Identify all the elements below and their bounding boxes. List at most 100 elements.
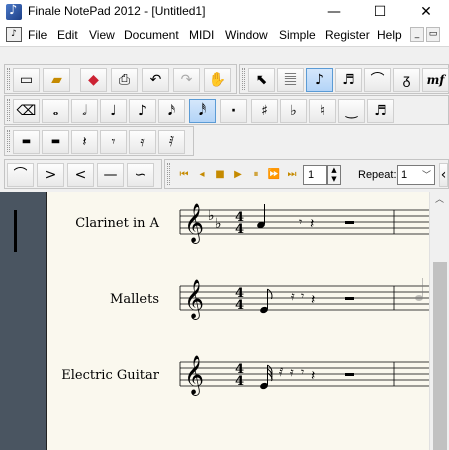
- smart-shapes-palette: ⌒ > < — ∽: [4, 159, 162, 189]
- close-button[interactable]: ✕: [403, 0, 449, 24]
- stop-icon[interactable]: ■: [211, 164, 229, 186]
- eighth-rest-icon: 𝄾: [301, 289, 304, 303]
- shapes-playback-row: ⌒ > < — ∽ ⏮ ◂ ■ ▶ ⏸ ⏩ ⏭ 1 ▲ ▼ Repeat: 1 ﹀…: [0, 159, 449, 189]
- menu-midi[interactable]: MIDI: [189, 28, 214, 42]
- triplet-icon[interactable]: ♬: [367, 99, 394, 123]
- vertical-scrollbar[interactable]: ︿: [429, 192, 449, 450]
- ghost-note-cursor: [415, 278, 423, 301]
- menu-file[interactable]: File: [28, 28, 47, 42]
- toolbar-grip[interactable]: [7, 99, 10, 121]
- document-system-menu-icon[interactable]: ♪: [6, 27, 22, 42]
- smart-shape-icon[interactable]: ⌒: [364, 68, 391, 92]
- eraser-icon[interactable]: ⌫: [13, 99, 40, 123]
- whole-note-icon[interactable]: 𝅝: [42, 99, 69, 123]
- half-rest-icon: [345, 373, 354, 376]
- articulation-icon[interactable]: ᵹ: [393, 68, 420, 92]
- natural-icon[interactable]: ♮: [309, 99, 336, 123]
- toolbar-grip[interactable]: [7, 68, 10, 90]
- quarter-rest-icon[interactable]: 𝄽: [71, 130, 98, 154]
- save-disk-icon[interactable]: ◆: [80, 68, 107, 92]
- quarter-note-icon[interactable]: ♩: [100, 99, 127, 123]
- sixteenth-note-icon[interactable]: 𝅘𝅥𝅯: [158, 99, 185, 123]
- menu-register[interactable]: Register: [325, 28, 370, 42]
- staff-tool-icon[interactable]: 𝄚: [277, 68, 304, 92]
- decrescendo-icon[interactable]: >: [37, 163, 64, 187]
- menu-document[interactable]: Document: [124, 28, 179, 42]
- menu-edit[interactable]: Edit: [57, 28, 78, 42]
- maximize-button[interactable]: ☐: [357, 0, 403, 24]
- thirty-second-note-icon[interactable]: 𝅘𝅥𝅰: [189, 99, 216, 123]
- tie-icon[interactable]: ‿: [338, 99, 365, 123]
- mallets-measure-content: 𝄿 𝄾 𝄽: [260, 278, 423, 314]
- rewind-start-icon[interactable]: ⏮: [175, 164, 193, 186]
- sharp-icon[interactable]: ♯: [251, 99, 278, 123]
- mdi-restore-button[interactable]: ▭: [426, 27, 440, 42]
- repeat-label: Repeat:: [358, 169, 397, 181]
- crescendo-icon[interactable]: <: [67, 163, 94, 187]
- end-icon[interactable]: ⏭: [283, 164, 301, 186]
- time-signature-bottom: 4: [235, 374, 244, 389]
- play-icon[interactable]: ▶: [229, 164, 247, 186]
- simple-entry-palette: ⌫ 𝅝 𝅗𝅥 ♩ ♪ 𝅘𝅥𝅯 𝅘𝅥𝅰 · ♯ ♭ ♮ ‿ ♬: [4, 95, 449, 125]
- tool-palette: ⬉ 𝄚 ♪ ♬ ⌒ ᵹ mf: [239, 64, 449, 94]
- open-folder-icon[interactable]: ▰: [43, 68, 70, 92]
- undo-icon[interactable]: ↶: [142, 68, 169, 92]
- thirty-second-rest-icon[interactable]: 𝅀: [158, 130, 185, 154]
- toolbar-area: ▭ ▰ ◆ ⎙ ↶ ↷ ✋ ⬉ 𝄚 ♪ ♬ ⌒ ᵹ mf ⌫ 𝅝 𝅗𝅥 ♩ ♪: [0, 46, 449, 192]
- flat-icon[interactable]: ♭: [280, 99, 307, 123]
- redo-icon[interactable]: ↷: [173, 68, 200, 92]
- slur-icon[interactable]: ⌒: [7, 163, 34, 187]
- half-rest-icon: [345, 297, 354, 300]
- step-back-icon[interactable]: ◂: [193, 164, 211, 186]
- insertion-cursor: [14, 210, 17, 252]
- scroll-up-icon[interactable]: ︿: [430, 192, 449, 208]
- mdi-minimize-button[interactable]: _: [410, 27, 424, 42]
- time-signature-bottom: 4: [235, 298, 244, 313]
- selection-tool-icon[interactable]: ⬉: [248, 68, 275, 92]
- toolbar-grip[interactable]: [7, 130, 10, 152]
- quarter-rest-icon: 𝄽: [311, 292, 315, 308]
- whole-rest-icon[interactable]: ▬: [13, 130, 40, 154]
- new-document-icon[interactable]: ▭: [13, 68, 40, 92]
- document-area: Clarinet in A Mallets Electric Guitar 𝄞 …: [0, 192, 449, 450]
- flat-key-signature-icon: ♭: [208, 208, 215, 224]
- treble-clef-icon: 𝄞: [184, 355, 204, 396]
- simple-entry-icon[interactable]: ♪: [306, 68, 333, 92]
- sixteenth-rest-icon: 𝄿: [290, 365, 294, 379]
- sixteenth-rest-icon: 𝄿: [291, 289, 295, 303]
- eighth-rest-icon: 𝄾: [301, 365, 304, 379]
- measure-number-input[interactable]: 1: [303, 165, 327, 185]
- augmentation-dot-icon[interactable]: ·: [220, 99, 247, 123]
- fast-forward-icon[interactable]: ⏩: [265, 164, 283, 186]
- half-rest-icon[interactable]: ▬: [42, 130, 69, 154]
- line-icon[interactable]: —: [97, 163, 124, 187]
- finale-app-icon: [6, 3, 22, 20]
- repeat-select[interactable]: 1 ﹀: [397, 165, 435, 185]
- menu-simple[interactable]: Simple: [279, 28, 316, 42]
- eighth-note-icon[interactable]: ♪: [129, 99, 156, 123]
- rest-palette: ▬ ▬ 𝄽 𝄾 𝄿 𝅀: [4, 126, 194, 156]
- menu-help[interactable]: Help: [377, 28, 402, 42]
- menu-window[interactable]: Window: [225, 28, 268, 42]
- expression-icon[interactable]: mf: [422, 68, 449, 92]
- quarter-rest-icon: 𝄽: [310, 216, 314, 232]
- thirty-second-rest-icon: 𝅀: [279, 365, 284, 379]
- half-rest-icon: [345, 221, 354, 224]
- more-tools-icon[interactable]: ‹: [439, 163, 448, 187]
- pause-icon[interactable]: ⏸: [247, 164, 265, 186]
- tuplet-tool-icon[interactable]: ♬: [335, 68, 362, 92]
- toolbar-grip[interactable]: [167, 163, 170, 185]
- title-bar: Finale NotePad 2012 - [Untitled1] — ☐ ✕: [0, 0, 449, 24]
- scrollbar-thumb[interactable]: [433, 262, 447, 450]
- eighth-rest-icon[interactable]: 𝄾: [100, 130, 127, 154]
- measure-spin-arrows[interactable]: ▲ ▼: [327, 165, 341, 185]
- score-page[interactable]: Clarinet in A Mallets Electric Guitar 𝄞 …: [47, 192, 429, 450]
- print-icon[interactable]: ⎙: [111, 68, 138, 92]
- minimize-button[interactable]: —: [311, 0, 357, 24]
- custom-line-icon[interactable]: ∽: [127, 163, 154, 187]
- toolbar-grip[interactable]: [242, 68, 245, 90]
- half-note-icon[interactable]: 𝅗𝅥: [71, 99, 98, 123]
- sixteenth-rest-icon[interactable]: 𝄿: [129, 130, 156, 154]
- menu-view[interactable]: View: [89, 28, 115, 42]
- hand-grabber-icon[interactable]: ✋: [204, 68, 231, 92]
